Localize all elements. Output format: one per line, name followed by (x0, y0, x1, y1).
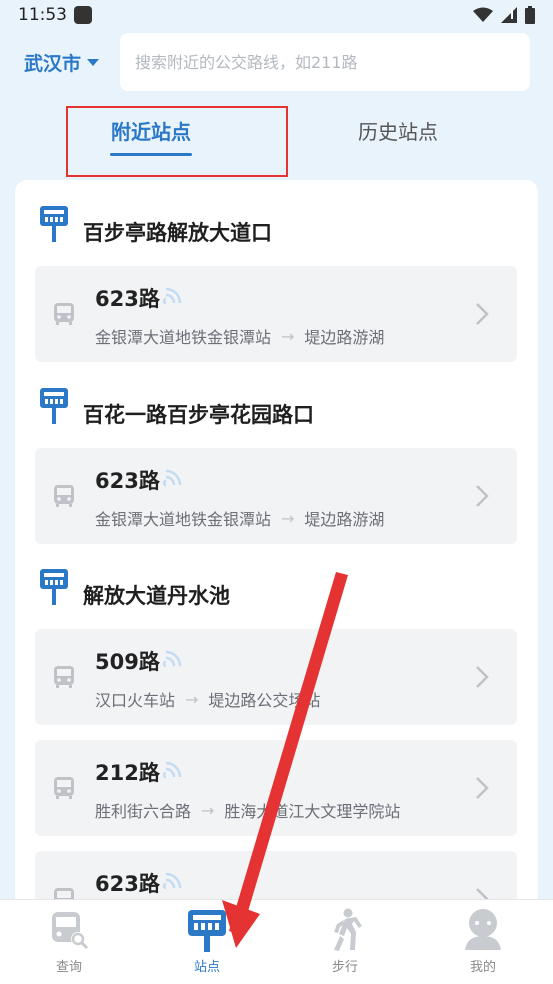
route-destination: 堤边路游湖 (304, 328, 385, 347)
status-bar: 11:53 (0, 0, 553, 32)
nav-label: 查询 (55, 960, 82, 975)
status-time: 11:53 (18, 5, 67, 25)
route-origin: 胜利街六合路 (95, 802, 192, 821)
chevron-right-icon (476, 666, 489, 688)
bus-icon (54, 485, 74, 507)
bus-stop-icon (40, 388, 68, 424)
nav-item-stops[interactable]: 站点 (138, 900, 276, 984)
caret-down-icon (87, 58, 100, 66)
arrow-right-icon: → (185, 689, 199, 709)
arrow-right-icon: → (201, 800, 215, 820)
nearby-stops-list[interactable]: 百步亭路解放大道口 623路 金银潭大道地铁金银潭站 → 堤边路游湖 百花一路百… (15, 180, 538, 900)
stop-header[interactable]: 百步亭路解放大道口 (15, 206, 538, 262)
route-name: 623路 (95, 872, 160, 896)
chevron-right-icon (476, 485, 489, 507)
realtime-signal-icon (163, 287, 182, 305)
bus-stop-icon (40, 569, 68, 605)
route-item[interactable]: 623路 (35, 851, 517, 900)
cellular-signal-icon (501, 7, 517, 23)
stop-name: 百步亭路解放大道口 (83, 221, 272, 245)
route-origin: 金银潭大道地铁金银潭站 (95, 510, 272, 529)
route-direction: 汉口火车站 → 堤边路公交场站 (95, 687, 320, 711)
bus-stop-icon (188, 910, 226, 952)
route-item[interactable]: 623路 金银潭大道地铁金银潭站 → 堤边路游湖 (35, 448, 517, 544)
city-selector[interactable]: 武汉市 (24, 49, 100, 76)
wifi-icon (473, 7, 493, 22)
nav-item-query[interactable]: 查询 (0, 900, 138, 984)
route-destination: 胜海大道江大文理学院站 (224, 802, 401, 821)
bottom-navigation: 查询 站点 步行 我的 (0, 899, 553, 984)
tab-history-stops[interactable]: 历史站点 (358, 116, 438, 145)
notification-app-icon (74, 6, 92, 24)
route-name: 623路 (95, 287, 160, 311)
battery-icon (525, 6, 535, 24)
bus-icon (54, 666, 74, 688)
chevron-right-icon (476, 777, 489, 799)
status-icons (473, 6, 535, 24)
bus-icon (54, 303, 74, 325)
stop-name: 百花一路百步亭花园路口 (83, 403, 314, 427)
route-direction: 金银潭大道地铁金银潭站 → 堤边路游湖 (95, 324, 384, 348)
nav-label: 步行 (331, 960, 358, 975)
nav-label: 我的 (469, 960, 496, 975)
nav-item-profile[interactable]: 我的 (414, 900, 552, 984)
nav-label: 站点 (193, 960, 220, 975)
route-item[interactable]: 509路 汉口火车站 → 堤边路公交场站 (35, 629, 517, 725)
route-direction: 金银潭大道地铁金银潭站 → 堤边路游湖 (95, 506, 384, 530)
route-direction: 胜利街六合路 → 胜海大道江大文理学院站 (95, 798, 400, 822)
realtime-signal-icon (163, 469, 182, 487)
route-name: 509路 (95, 650, 160, 674)
route-item[interactable]: 623路 金银潭大道地铁金银潭站 → 堤边路游湖 (35, 266, 517, 362)
realtime-signal-icon (163, 872, 182, 890)
route-origin: 金银潭大道地铁金银潭站 (95, 328, 272, 347)
arrow-right-icon: → (281, 508, 295, 528)
realtime-signal-icon (163, 761, 182, 779)
stop-name: 解放大道丹水池 (83, 584, 230, 608)
search-input[interactable] (120, 33, 530, 91)
bus-stop-icon (40, 206, 68, 242)
route-destination: 堤边路游湖 (304, 510, 385, 529)
nav-item-walk[interactable]: 步行 (276, 900, 414, 984)
route-origin: 汉口火车站 (95, 691, 176, 710)
realtime-signal-icon (163, 650, 182, 668)
bus-icon (54, 777, 74, 799)
walk-icon (334, 908, 362, 951)
chevron-right-icon (476, 303, 489, 325)
route-name: 623路 (95, 469, 160, 493)
stop-header[interactable]: 解放大道丹水池 (15, 569, 538, 625)
route-destination: 堤边路公交场站 (208, 691, 321, 710)
bus-search-icon (52, 912, 89, 950)
city-name: 武汉市 (24, 53, 82, 75)
annotation-highlight-box (66, 106, 288, 177)
route-item[interactable]: 212路 胜利街六合路 → 胜海大道江大文理学院站 (35, 740, 517, 836)
arrow-right-icon: → (281, 326, 295, 346)
route-name: 212路 (95, 761, 160, 785)
profile-icon (465, 909, 501, 950)
stop-header[interactable]: 百花一路百步亭花园路口 (15, 388, 538, 444)
